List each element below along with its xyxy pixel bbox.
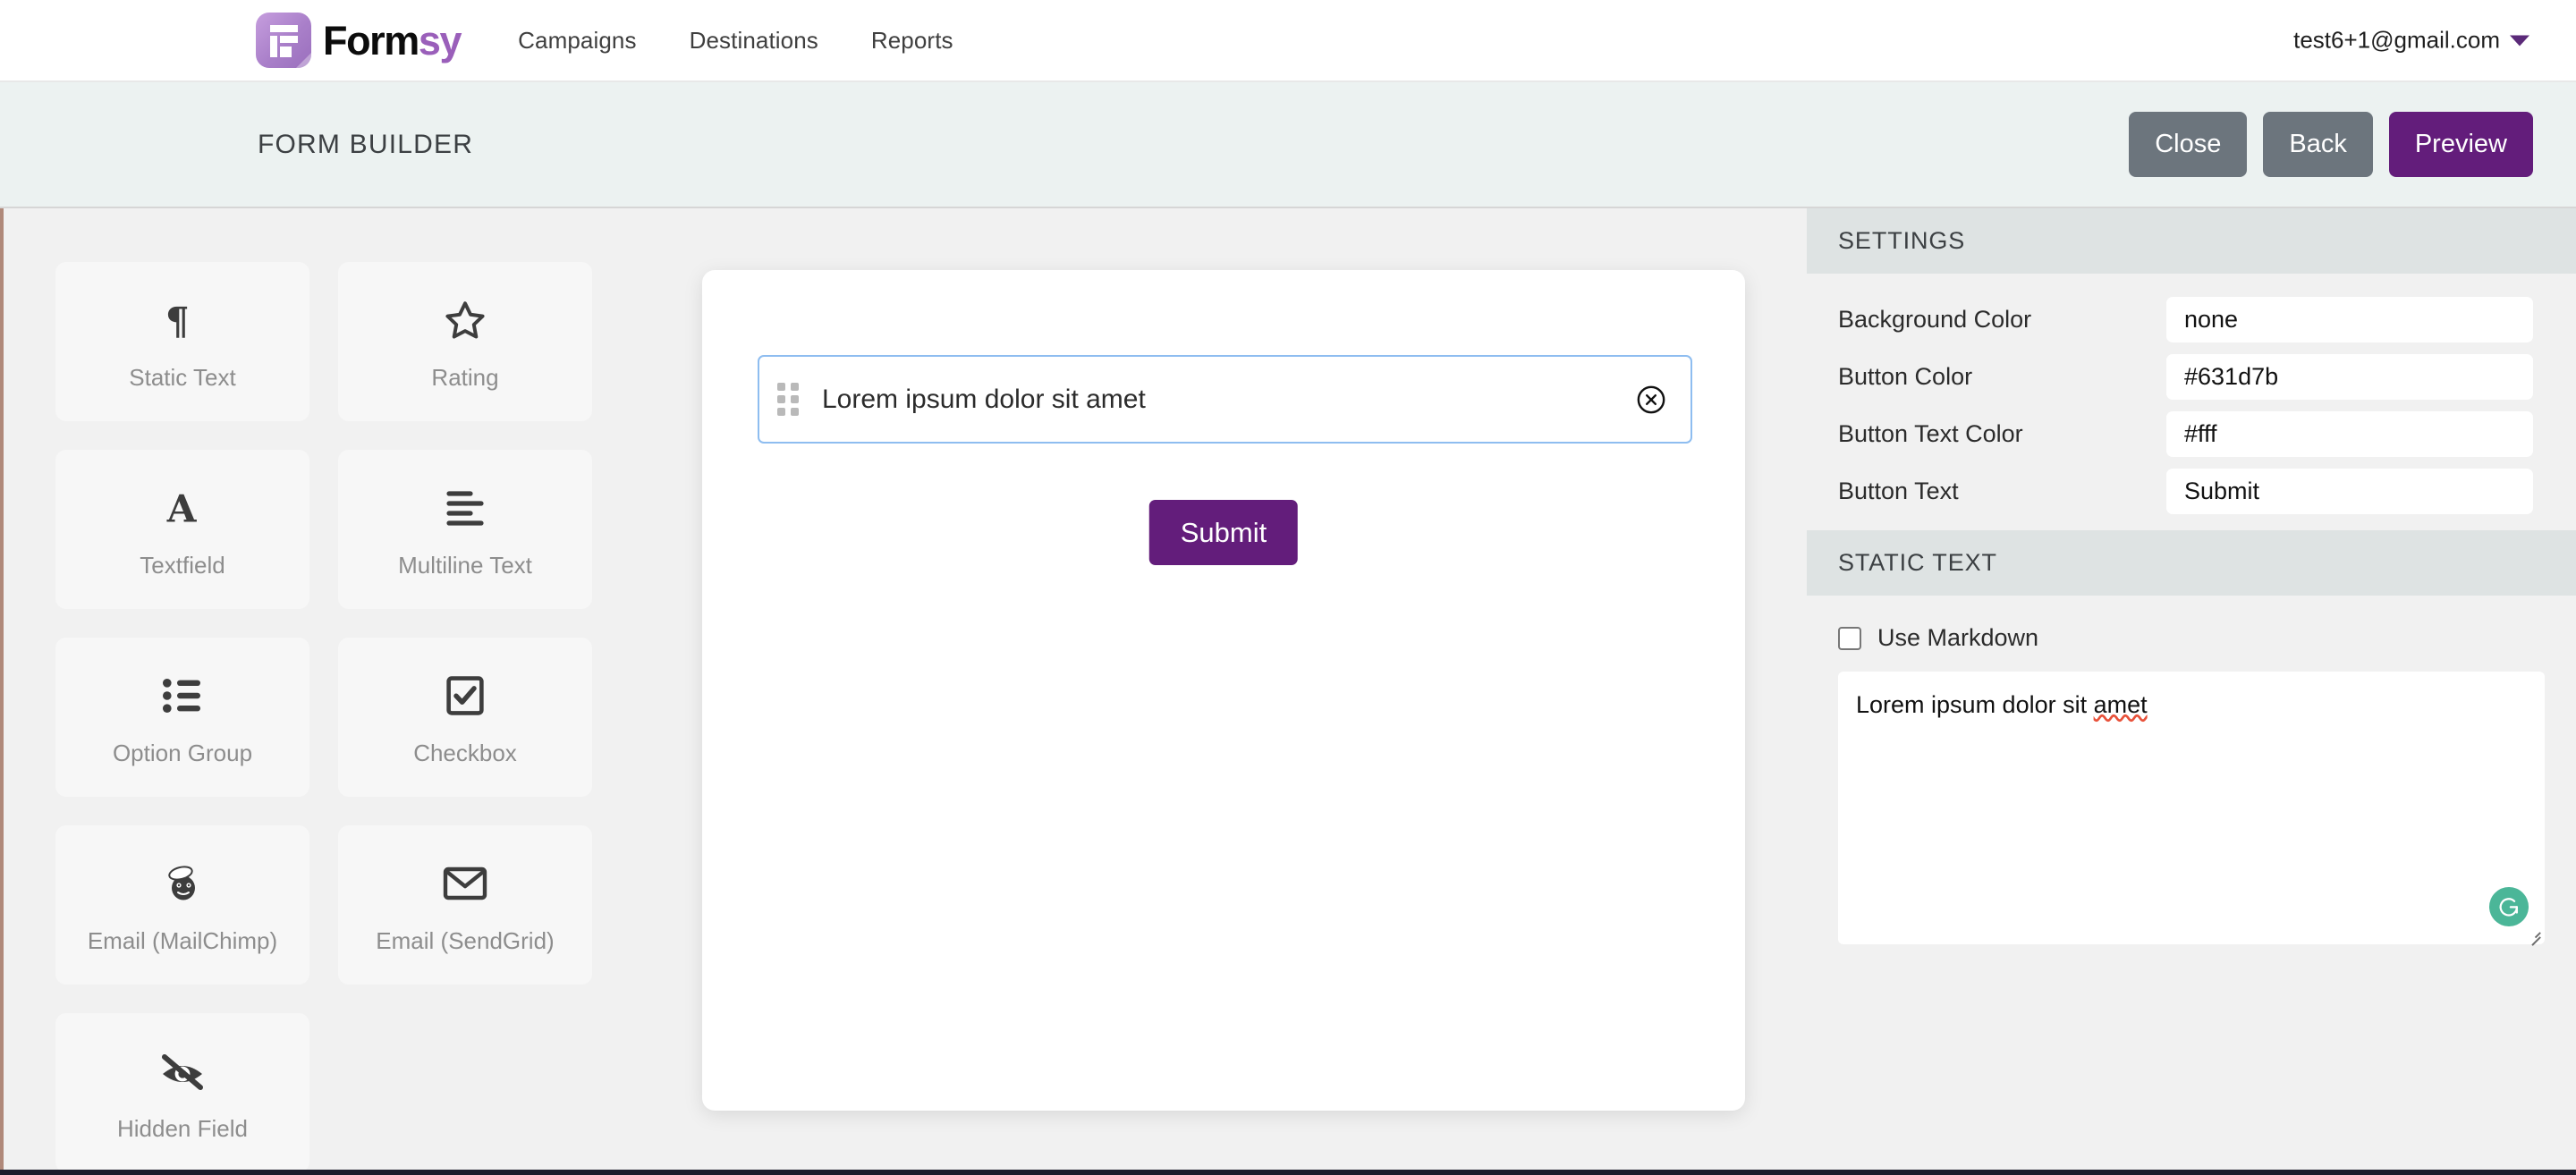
form-canvas: Lorem ipsum dolor sit amet Submit	[595, 208, 1802, 1175]
palette-item-label: Email (SendGrid)	[376, 926, 555, 954]
palette-item-email-sendgrid[interactable]: Email (SendGrid)	[338, 825, 592, 985]
nav-item-destinations[interactable]: Destinations	[690, 27, 818, 55]
envelope-icon	[442, 856, 488, 911]
svg-text:A: A	[166, 486, 198, 530]
settings-header-label: SETTINGS	[1838, 227, 1966, 254]
primary-nav: Campaigns Destinations Reports	[518, 27, 953, 55]
back-button[interactable]: Back	[2263, 112, 2373, 177]
palette-item-label: Checkbox	[413, 739, 517, 766]
palette-item-checkbox[interactable]: Checkbox	[338, 638, 592, 797]
form-submit-button[interactable]: Submit	[1148, 500, 1299, 565]
form-field-text: Lorem ipsum dolor sit amet	[822, 384, 1146, 414]
bullet-list-icon	[161, 668, 204, 723]
button-color-input[interactable]	[2166, 353, 2533, 400]
letter-a-icon: A	[162, 480, 203, 536]
palette-item-hidden-field[interactable]: Hidden Field	[55, 1013, 309, 1172]
palette-item-label: Rating	[431, 363, 499, 391]
user-email: test6+1@gmail.com	[2293, 26, 2500, 54]
background-color-input[interactable]	[2166, 296, 2533, 342]
palette-item-static-text[interactable]: ¶ Static Text	[55, 262, 309, 421]
star-outline-icon	[443, 292, 487, 348]
mailchimp-monkey-icon	[161, 856, 204, 911]
palette-item-label: Hidden Field	[117, 1114, 248, 1142]
static-text-textarea[interactable]	[1838, 672, 2545, 944]
paragraph-pilcrow-icon: ¶	[162, 292, 203, 348]
drag-handle-icon[interactable]	[777, 383, 799, 416]
nav-item-reports[interactable]: Reports	[871, 27, 953, 55]
settings-section-header: SETTINGS	[1807, 208, 2576, 274]
palette-item-textfield[interactable]: A Textfield	[55, 450, 309, 609]
use-markdown-checkbox[interactable]	[1838, 626, 1861, 650]
button-text-input[interactable]	[2166, 468, 2533, 514]
top-navbar: Formsy Campaigns Destinations Reports te…	[0, 0, 2576, 82]
static-text-section-header: STATIC TEXT	[1807, 530, 2576, 596]
resize-grip-icon[interactable]	[2526, 926, 2541, 945]
setting-row-button-text-color: Button Text Color	[1807, 405, 2576, 462]
circle-x-icon[interactable]	[1636, 385, 1666, 415]
form-field-static-text[interactable]: Lorem ipsum dolor sit amet	[758, 355, 1692, 444]
palette-item-label: Multiline Text	[398, 551, 532, 579]
svg-text:¶: ¶	[165, 298, 190, 342]
palette-item-email-mailchimp[interactable]: Email (MailChimp)	[55, 825, 309, 985]
brand-word-accent: sy	[418, 17, 462, 63]
formsy-logo-icon	[256, 13, 311, 68]
palette-item-multiline-text[interactable]: Multiline Text	[338, 450, 592, 609]
brand-word-dark: Form	[323, 17, 419, 63]
chevron-down-icon	[2510, 35, 2529, 46]
bottom-edge-rule	[0, 1170, 2576, 1175]
eye-slash-icon	[157, 1044, 208, 1099]
left-edge-strip	[0, 208, 4, 1175]
palette-item-label: Email (MailChimp)	[87, 926, 278, 954]
preview-button[interactable]: Preview	[2388, 112, 2533, 177]
builder-body: ¶ Static Text Rating A Textfield Multili…	[0, 208, 2576, 1175]
setting-label: Background Color	[1838, 305, 2032, 333]
setting-row-button-text: Button Text	[1807, 462, 2576, 520]
palette-item-option-group[interactable]: Option Group	[55, 638, 309, 797]
button-text-color-input[interactable]	[2166, 410, 2533, 457]
setting-row-background-color: Background Color	[1807, 291, 2576, 348]
setting-row-button-color: Button Color	[1807, 348, 2576, 405]
brand-wordmark: Formsy	[323, 17, 462, 63]
setting-label: Button Text Color	[1838, 419, 2023, 447]
static-text-editor: Lorem ipsum dolor sit amet	[1838, 672, 2545, 945]
settings-panel: SETTINGS Background Color Button Color B…	[1807, 208, 2576, 1175]
nav-item-campaigns[interactable]: Campaigns	[518, 27, 636, 55]
use-markdown-row: Use Markdown	[1807, 596, 2576, 672]
use-markdown-label: Use Markdown	[1877, 624, 2039, 651]
palette-item-label: Textfield	[140, 551, 225, 579]
palette-item-rating[interactable]: Rating	[338, 262, 592, 421]
settings-rows: Background Color Button Color Button Tex…	[1807, 274, 2576, 530]
builder-toolbar: FORM BUILDER Close Back Preview	[0, 82, 2576, 208]
text-lines-icon	[444, 480, 487, 536]
toolbar-actions: Close Back Preview	[2129, 112, 2533, 177]
static-text-header-label: STATIC TEXT	[1838, 549, 1997, 576]
page-title: FORM BUILDER	[258, 129, 474, 159]
setting-label: Button Text	[1838, 477, 1959, 504]
setting-label: Button Color	[1838, 362, 1973, 390]
form-preview-card: Lorem ipsum dolor sit amet Submit	[702, 270, 1745, 1111]
checkbox-checked-icon	[445, 668, 486, 723]
component-palette: ¶ Static Text Rating A Textfield Multili…	[55, 262, 592, 1172]
form-builder-page: Formsy Campaigns Destinations Reports te…	[0, 0, 2576, 1175]
brand-logo[interactable]: Formsy	[256, 13, 462, 68]
user-menu[interactable]: test6+1@gmail.com	[2293, 27, 2529, 55]
grammarly-badge-icon[interactable]	[2489, 887, 2529, 926]
palette-item-label: Option Group	[112, 739, 253, 766]
close-button[interactable]: Close	[2129, 112, 2248, 177]
palette-item-label: Static Text	[129, 363, 236, 391]
